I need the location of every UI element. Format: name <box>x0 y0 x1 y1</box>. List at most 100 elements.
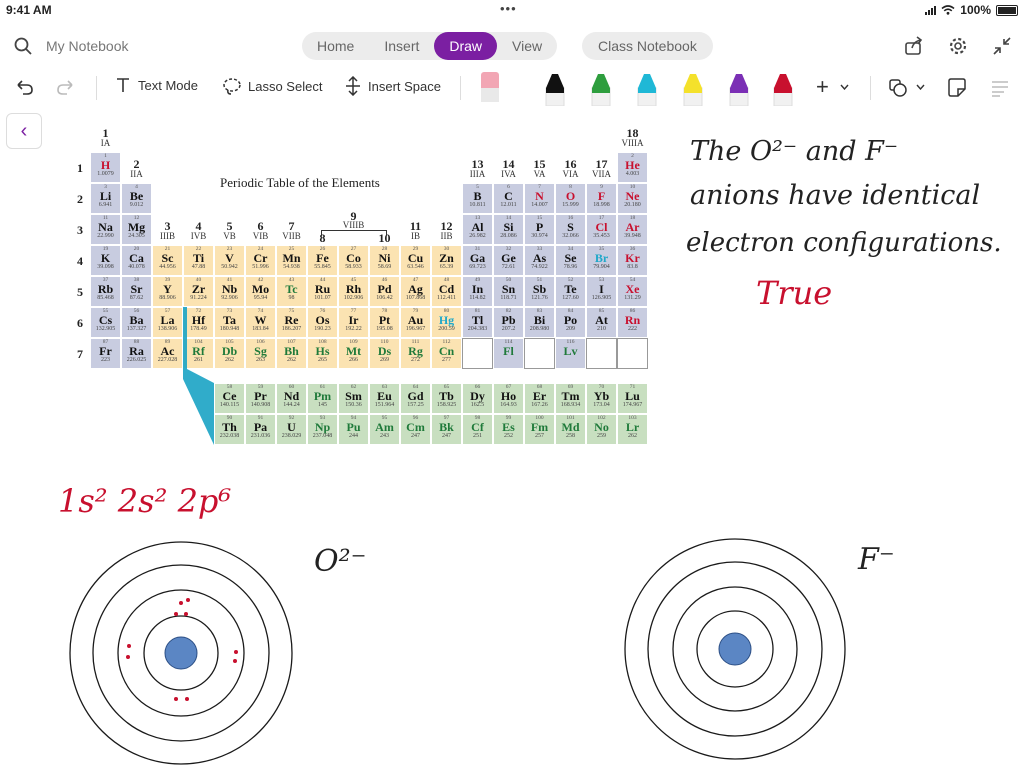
group-label: VIIA <box>592 169 611 179</box>
chevron-down-icon[interactable] <box>916 84 925 90</box>
fluoride-nucleus <box>718 632 752 666</box>
status-time: 9:41 AM <box>6 3 52 17</box>
lanthanide-cell: 63 Eu 151.964 <box>369 383 400 414</box>
black-pen-icon[interactable] <box>545 74 565 106</box>
tab-insert[interactable]: Insert <box>369 32 434 60</box>
element-cell: 40 Zr 91.224 <box>183 276 214 307</box>
element-cell: 48 Cd 112.411 <box>431 276 462 307</box>
battery-icon <box>996 4 1018 16</box>
note-line-1: The O²⁻ and F⁻ <box>690 136 899 167</box>
element-cell: 29 Cu 63.546 <box>400 245 431 276</box>
element-cell: 25 Mn 54.938 <box>276 245 307 276</box>
group-label: IA <box>100 138 111 148</box>
settings-gear-icon[interactable] <box>948 36 968 56</box>
element-cell: 21 Sc 44.956 <box>152 245 183 276</box>
class-notebook-button[interactable]: Class Notebook <box>582 32 713 60</box>
actinide-cell: 103 Lr 262 <box>617 414 648 445</box>
element-cell: 42 Mo 95.94 <box>245 276 276 307</box>
tab-view[interactable]: View <box>497 32 557 60</box>
element-cell: 4 Be 9.012 <box>121 183 152 214</box>
element-cell: 47 Ag 107.868 <box>400 276 431 307</box>
period-label: 3 <box>77 223 83 237</box>
element-cell: 114 Fl <box>493 338 524 369</box>
shapes-icon[interactable] <box>888 78 910 98</box>
element-cell: 5 B 10.811 <box>462 183 493 214</box>
yellow-highlighter-icon[interactable] <box>683 74 703 106</box>
element-cell: 8 O 15.999 <box>555 183 586 214</box>
element-cell: 20 Ca 40.078 <box>121 245 152 276</box>
element-cell: 17 Cl 35.453 <box>586 214 617 245</box>
green-pen-icon[interactable] <box>591 74 611 106</box>
search-icon[interactable] <box>14 37 32 55</box>
element-cell: 30 Zn 65.39 <box>431 245 462 276</box>
element-cell: 51 Sb 121.76 <box>524 276 555 307</box>
lanthanide-cell: 67 Ho 164.93 <box>493 383 524 414</box>
element-cell: 3 Li 6.941 <box>90 183 121 214</box>
element-cell: 6 C 12.011 <box>493 183 524 214</box>
back-button[interactable]: ‹ <box>6 113 42 149</box>
element-cell: 12 Mg 24.305 <box>121 214 152 245</box>
element-cell: 1 H 1.0079 <box>90 152 121 183</box>
element-cell: 72 Hf 178.49 <box>183 307 214 338</box>
actinide-cell: 102 No 259 <box>586 414 617 445</box>
ion-label-oxide: O²⁻ <box>314 544 367 579</box>
element-cell: 74 W 183.84 <box>245 307 276 338</box>
ion-label-fluoride: F⁻ <box>858 542 895 577</box>
period-label: 7 <box>77 347 83 361</box>
answer-true: True <box>756 274 833 312</box>
chevron-left-icon: ‹ <box>20 119 28 142</box>
tab-draw[interactable]: Draw <box>434 32 498 60</box>
group-label: VIIIA <box>621 138 644 148</box>
element-cell: 85 At 210 <box>586 307 617 338</box>
element-cell: 10 Ne 20.180 <box>617 183 648 214</box>
element-cell: 23 V 50.942 <box>214 245 245 276</box>
draw-toolbar: Text Mode Lasso Select Insert Space + <box>0 68 1024 106</box>
element-cell: 78 Pt 195.08 <box>369 307 400 338</box>
tab-home[interactable]: Home <box>302 32 369 60</box>
element-cell: 36 Kr 83.8 <box>617 245 648 276</box>
element-cell <box>524 338 555 369</box>
collapse-icon[interactable] <box>992 36 1012 56</box>
group-label: IIB <box>440 231 453 241</box>
element-cell: 105 Db 262 <box>214 338 245 369</box>
element-cell: 54 Xe 131.29 <box>617 276 648 307</box>
element-cell <box>586 338 617 369</box>
element-cell: 89 Ac 227.028 <box>152 338 183 369</box>
add-pen-button[interactable]: + <box>816 74 829 100</box>
element-cell: 49 In 114.82 <box>462 276 493 307</box>
actinide-cell: 91 Pa 231.036 <box>245 414 276 445</box>
element-cell: 13 Al 26.982 <box>462 214 493 245</box>
element-cell <box>462 338 493 369</box>
ink-to-text-icon[interactable] <box>990 78 1010 98</box>
element-cell: 14 Si 28.086 <box>493 214 524 245</box>
actinide-cell: 93 Np 237.048 <box>307 414 338 445</box>
cyan-pen-icon[interactable] <box>637 74 657 106</box>
red-pen-icon[interactable] <box>773 74 793 106</box>
multitask-dots[interactable]: ••• <box>500 1 517 16</box>
period-label: 1 <box>77 161 83 175</box>
element-cell: 45 Rh 102.906 <box>338 276 369 307</box>
element-cell: 50 Sn 118.71 <box>493 276 524 307</box>
wifi-icon <box>941 5 955 15</box>
purple-pen-icon[interactable] <box>729 74 749 106</box>
element-cell <box>617 338 648 369</box>
lanthanide-cell: 59 Pr 140.908 <box>245 383 276 414</box>
oxide-nucleus <box>164 636 198 670</box>
element-cell: 37 Rb 85.468 <box>90 276 121 307</box>
element-cell: 76 Os 190.23 <box>307 307 338 338</box>
element-cell: 33 As 74.922 <box>524 245 555 276</box>
element-cell: 87 Fr 223 <box>90 338 121 369</box>
element-cell: 41 Nb 92.906 <box>214 276 245 307</box>
actinide-cell: 101 Md 258 <box>555 414 586 445</box>
actinide-cell: 98 Cf 251 <box>462 414 493 445</box>
ink-to-shape-icon[interactable] <box>946 77 968 99</box>
chevron-down-icon[interactable] <box>840 84 849 90</box>
notebook-title[interactable]: My Notebook <box>46 38 128 54</box>
share-icon[interactable] <box>904 36 924 56</box>
period-label: 4 <box>77 254 83 268</box>
period-label: 2 <box>77 192 83 206</box>
actinide-cell: 94 Pu 244 <box>338 414 369 445</box>
element-cell: 107 Bh 262 <box>276 338 307 369</box>
eraser-icon[interactable] <box>481 72 499 102</box>
element-cell: 18 Ar 39.948 <box>617 214 648 245</box>
